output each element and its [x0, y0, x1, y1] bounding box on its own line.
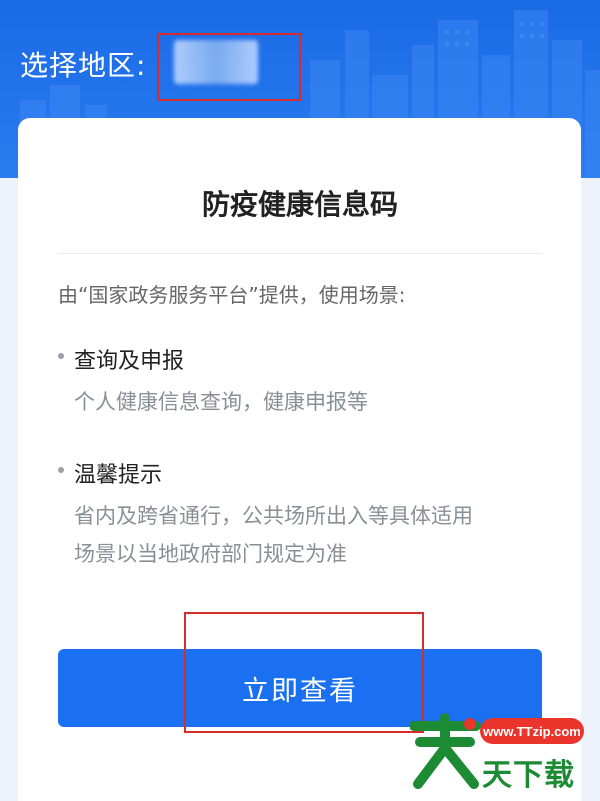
page: 选择地区: 防疫健康信息码 由“国家政务服务平台”提供，使用场景: 查询及申报 … [0, 0, 600, 801]
card-intro: 由“国家政务服务平台”提供，使用场景: [58, 283, 406, 307]
region-label: 选择地区: [20, 49, 147, 82]
bullet-dot-1 [58, 353, 64, 359]
item-desc-query: 个人健康信息查询，健康申报等 [74, 390, 368, 414]
item-title-tips: 温馨提示 [74, 463, 163, 488]
watermark: www.TTzip.com 天下载 [410, 712, 585, 793]
card-title: 防疫健康信息码 [201, 188, 398, 221]
bullet-dot-2 [58, 467, 64, 473]
region-highlight-box [157, 33, 301, 101]
card-divider [58, 253, 542, 254]
watermark-url: www.TTzip.com [480, 718, 584, 744]
item-desc-tips-line1: 省内及跨省通行，公共场所出入等具体适用 [74, 504, 473, 528]
button-highlight-box [184, 612, 424, 733]
item-title-query: 查询及申报 [74, 349, 185, 374]
watermark-logo-icon [410, 713, 481, 789]
item-desc-tips-line2: 场景以当地政府部门规定为准 [74, 542, 347, 566]
watermark-text: 天下载 [482, 758, 575, 793]
region-selector[interactable]: 选择地区: [20, 44, 146, 84]
